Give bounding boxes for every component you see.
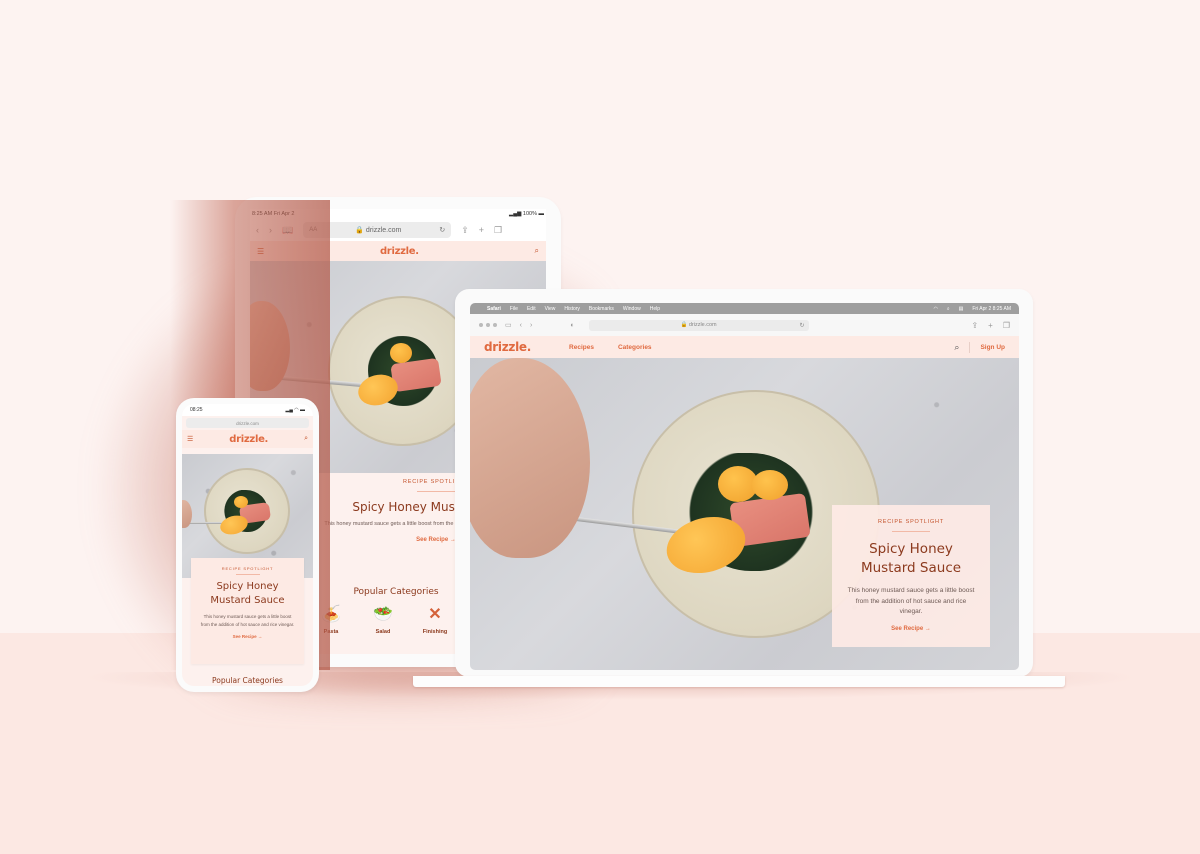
see-recipe-link[interactable]: See Recipe → bbox=[191, 634, 304, 639]
menu-extras: ◠ ⌕ ▤ Fri Apr 2 8:25 AM bbox=[933, 306, 1011, 312]
phone-site-nav: ☰ drizzle. ⌕ bbox=[182, 430, 313, 448]
spotlight-eyebrow: RECIPE SPOTLIGHT bbox=[221, 566, 274, 571]
sign-up-button[interactable]: Sign Up bbox=[980, 344, 1005, 351]
see-recipe-link[interactable]: See Recipe → bbox=[832, 626, 990, 632]
text-size-button[interactable]: AA bbox=[309, 227, 317, 233]
divider bbox=[892, 531, 930, 532]
phone-screen: 08:25 ▂▄ ◠ ▬ drizzle.com ☰ drizzle. ⌕ RE… bbox=[182, 404, 313, 686]
nav-right: ⌕ Sign Up bbox=[954, 341, 1005, 353]
laptop-spotlight-card: RECIPE SPOTLIGHT Spicy Honey Mustard Sau… bbox=[832, 505, 990, 647]
sidebar-icon[interactable]: ▭ bbox=[505, 321, 512, 329]
laptop-base bbox=[413, 676, 1065, 687]
signal-battery-icons: ▂▄ ◠ ▬ bbox=[285, 407, 305, 413]
menu-view[interactable]: View bbox=[545, 306, 556, 312]
new-tab-icon[interactable]: + bbox=[479, 225, 484, 235]
bookmarks-icon[interactable]: 📖 bbox=[282, 225, 293, 236]
menu-file[interactable]: File bbox=[510, 306, 518, 312]
share-icon[interactable]: ⇪ bbox=[971, 321, 978, 330]
tablet-status-time: 8:25 AM Fri Apr 2 bbox=[252, 211, 295, 217]
divider bbox=[417, 491, 455, 492]
window-controls[interactable] bbox=[479, 323, 497, 327]
menu-clock[interactable]: Fri Apr 2 8:25 AM bbox=[972, 306, 1011, 312]
hamburger-menu-icon[interactable]: ☰ bbox=[187, 435, 193, 443]
category-list: 🍝 Pasta 🥗 Salad ✕ Finishing bbox=[316, 605, 450, 635]
sauce bbox=[390, 343, 412, 363]
menu-bookmarks[interactable]: Bookmarks bbox=[589, 306, 614, 312]
popular-categories-title: Popular Categories bbox=[353, 587, 439, 597]
safari-toolbar: ▭ ‹ › ◐ 🔒 drizzle.com ↻ ⇪ + ❐ bbox=[470, 314, 1019, 336]
menu-help[interactable]: Help bbox=[650, 306, 660, 312]
category-label: Pasta bbox=[323, 629, 339, 635]
search-icon[interactable]: ⌕ bbox=[304, 435, 308, 443]
phone-spotlight-card: RECIPE SPOTLIGHT Spicy Honey Mustard Sau… bbox=[191, 558, 304, 664]
phone-status-bar: 08:25 ▂▄ ◠ ▬ bbox=[182, 404, 313, 416]
category-label: Finishing bbox=[422, 629, 448, 635]
category-pasta[interactable]: 🍝 Pasta bbox=[316, 605, 346, 635]
menu-history[interactable]: History bbox=[564, 306, 580, 312]
back-icon[interactable]: ‹ bbox=[520, 322, 522, 329]
menu-window[interactable]: Window bbox=[623, 306, 641, 312]
phone-status-time: 08:25 bbox=[190, 407, 203, 413]
control-center-icon[interactable]: ▤ bbox=[959, 306, 964, 312]
spotlight-title-line1: Spicy Honey bbox=[216, 581, 279, 592]
hamburger-menu-icon[interactable]: ☰ bbox=[257, 247, 264, 256]
nav-recipes[interactable]: Recipes bbox=[569, 344, 594, 351]
reload-icon[interactable]: ↻ bbox=[800, 322, 805, 329]
salad-icon: 🥗 bbox=[373, 606, 393, 623]
popular-categories-title: Popular Categories bbox=[212, 676, 283, 685]
tablet-address-bar[interactable]: AA 🔒 drizzle.com ↻ bbox=[303, 222, 452, 238]
spotlight-title-line1: Spicy Honey bbox=[869, 541, 953, 557]
pasta-icon: 🍝 bbox=[321, 606, 341, 623]
laptop-hero-image: RECIPE SPOTLIGHT Spicy Honey Mustard Sau… bbox=[470, 358, 1019, 670]
new-tab-icon[interactable]: + bbox=[988, 321, 993, 330]
tabs-icon[interactable]: ❐ bbox=[1003, 321, 1010, 330]
phone-address-bar[interactable]: drizzle.com bbox=[186, 418, 309, 428]
spotlight-title-line2: Mustard Sauce bbox=[860, 560, 962, 576]
search-icon[interactable]: ⌕ bbox=[535, 246, 539, 256]
divider bbox=[235, 574, 260, 575]
tablet-status-bar: 8:25 AM Fri Apr 2 ▂▄▆ 100% ▬ bbox=[250, 209, 546, 219]
mac-menu-bar: Safari File Edit View History Bookmarks … bbox=[470, 303, 1019, 314]
sauce bbox=[234, 496, 248, 508]
menu-app-name[interactable]: Safari bbox=[487, 306, 501, 312]
privacy-shield-icon[interactable]: ◐ bbox=[570, 322, 574, 329]
safari-tools: ⇪ + ❐ bbox=[971, 321, 1010, 330]
wifi-icon[interactable]: ◠ bbox=[933, 306, 937, 312]
spotlight-search-icon[interactable]: ⌕ bbox=[947, 306, 950, 312]
laptop-device: Safari File Edit View History Bookmarks … bbox=[455, 289, 1033, 677]
laptop-url: 🔒 drizzle.com bbox=[680, 322, 717, 328]
tablet-site-nav: ☰ drizzle. ⌕ bbox=[250, 241, 546, 261]
spotlight-description: This honey mustard sauce gets a little b… bbox=[847, 587, 975, 615]
laptop-address-bar[interactable]: 🔒 drizzle.com ↻ bbox=[588, 319, 809, 331]
site-logo[interactable]: drizzle. bbox=[229, 434, 268, 445]
spotlight-title-line2: Mustard Sauce bbox=[210, 595, 285, 606]
spoons-icon: ✕ bbox=[428, 606, 442, 623]
category-label: Salad bbox=[375, 629, 391, 635]
menu-edit[interactable]: Edit bbox=[527, 306, 536, 312]
site-logo[interactable]: drizzle. bbox=[484, 340, 531, 354]
search-icon[interactable]: ⌕ bbox=[954, 341, 971, 353]
tablet-safari-toolbar: ‹ › 📖 AA 🔒 drizzle.com ↻ ⇪ + ❐ bbox=[250, 219, 546, 241]
nav-categories[interactable]: Categories bbox=[618, 344, 652, 351]
spotlight-description: This honey mustard sauce gets a little b… bbox=[200, 614, 295, 627]
category-salad[interactable]: 🥗 Salad bbox=[368, 605, 398, 635]
tabs-icon[interactable]: ❐ bbox=[494, 225, 502, 236]
share-icon[interactable]: ⇪ bbox=[461, 225, 469, 236]
laptop-screen: Safari File Edit View History Bookmarks … bbox=[470, 303, 1019, 670]
hand bbox=[470, 358, 590, 558]
forward-icon[interactable]: › bbox=[269, 225, 272, 235]
spotlight-eyebrow: RECIPE SPOTLIGHT bbox=[878, 519, 944, 525]
site-logo[interactable]: drizzle. bbox=[380, 246, 419, 257]
forward-icon[interactable]: › bbox=[530, 322, 532, 329]
sauce bbox=[752, 470, 788, 500]
category-finishing[interactable]: ✕ Finishing bbox=[420, 605, 450, 635]
reload-icon[interactable]: ↻ bbox=[439, 226, 445, 234]
phone-device: 08:25 ▂▄ ◠ ▬ drizzle.com ☰ drizzle. ⌕ RE… bbox=[176, 398, 319, 692]
tablet-battery: ▂▄▆ 100% ▬ bbox=[509, 211, 544, 217]
laptop-site-nav: drizzle. Recipes Categories ⌕ Sign Up bbox=[470, 336, 1019, 358]
tablet-url: 🔒 drizzle.com bbox=[355, 227, 402, 234]
back-icon[interactable]: ‹ bbox=[256, 225, 259, 235]
